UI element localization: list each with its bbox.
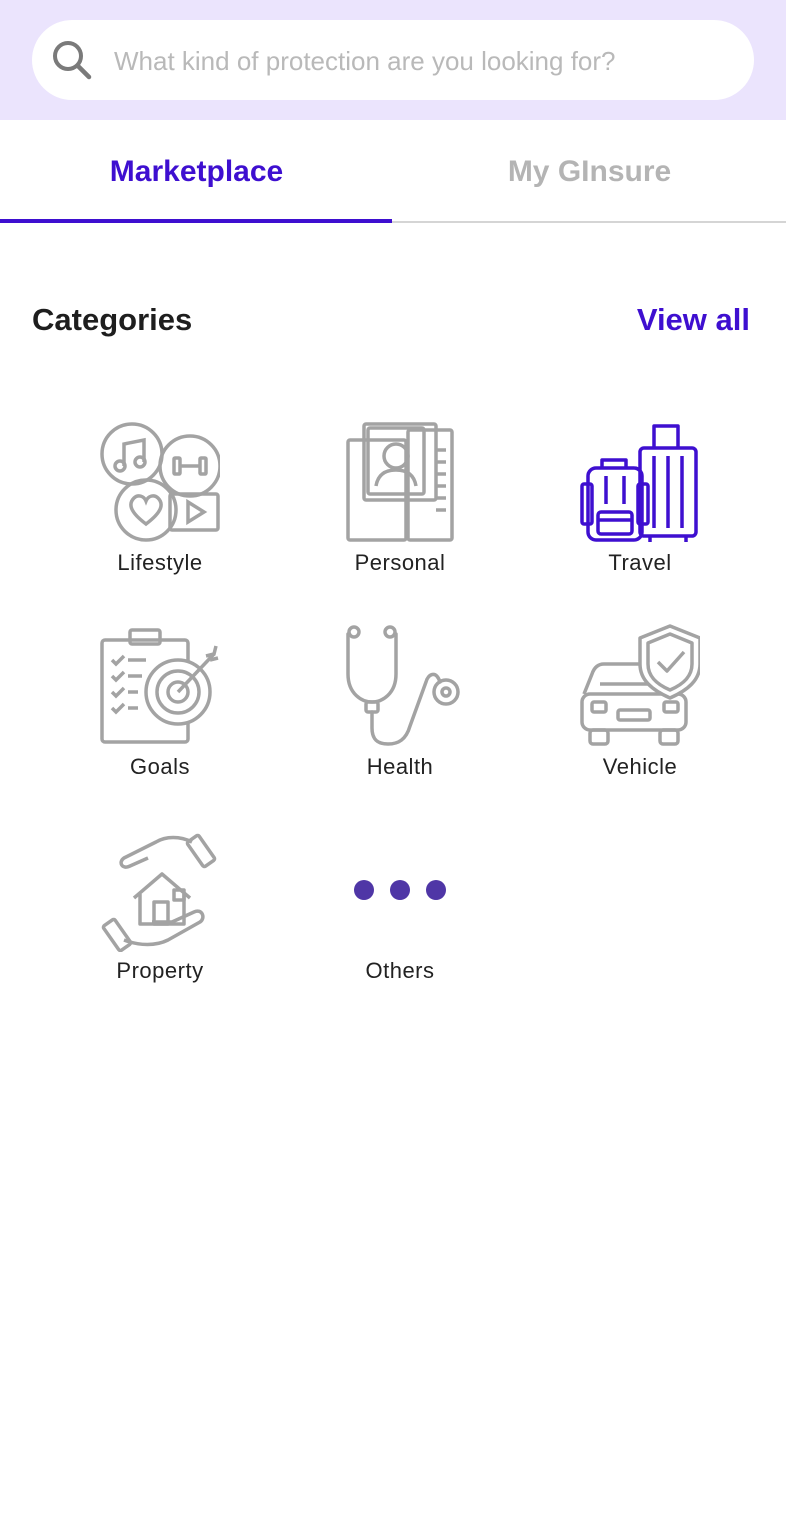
house-in-hands-icon xyxy=(101,833,217,952)
category-vehicle[interactable]: Vehicle xyxy=(520,624,760,804)
view-all-link[interactable]: View all xyxy=(637,302,750,338)
category-label: Property xyxy=(116,958,204,983)
personal-id-icon xyxy=(346,422,454,542)
category-health[interactable]: Health xyxy=(280,624,520,804)
tab-marketplace[interactable]: Marketplace xyxy=(0,120,393,224)
category-others[interactable]: Others xyxy=(280,828,520,1008)
categories-title: Categories xyxy=(32,302,193,337)
category-goals[interactable]: Goals xyxy=(40,624,280,804)
category-label: Health xyxy=(366,754,434,779)
category-travel[interactable]: Travel xyxy=(520,420,760,600)
category-label: Goals xyxy=(130,754,190,779)
category-label: Lifestyle xyxy=(117,550,203,575)
tab-bar: Marketplace My GInsure xyxy=(0,120,786,224)
car-shield-icon xyxy=(580,624,700,746)
active-tab-indicator xyxy=(0,219,392,223)
category-personal[interactable]: Personal xyxy=(280,420,520,600)
category-label: Travel xyxy=(608,550,672,575)
more-dots-icon xyxy=(354,880,446,900)
tab-my-ginsure[interactable]: My GInsure xyxy=(393,120,786,224)
category-label: Vehicle xyxy=(602,754,678,779)
tab-divider xyxy=(392,221,786,223)
category-label: Personal xyxy=(354,550,446,575)
category-label: Others xyxy=(365,958,435,983)
search-header xyxy=(0,0,786,120)
goals-target-icon xyxy=(100,628,219,744)
category-property[interactable]: Property xyxy=(40,828,280,1008)
lifestyle-icon xyxy=(100,422,220,542)
luggage-icon xyxy=(580,424,698,542)
search-icon[interactable] xyxy=(50,38,94,82)
stethoscope-icon xyxy=(346,625,460,746)
category-lifestyle[interactable]: Lifestyle xyxy=(40,420,280,600)
search-input[interactable] xyxy=(112,28,736,94)
